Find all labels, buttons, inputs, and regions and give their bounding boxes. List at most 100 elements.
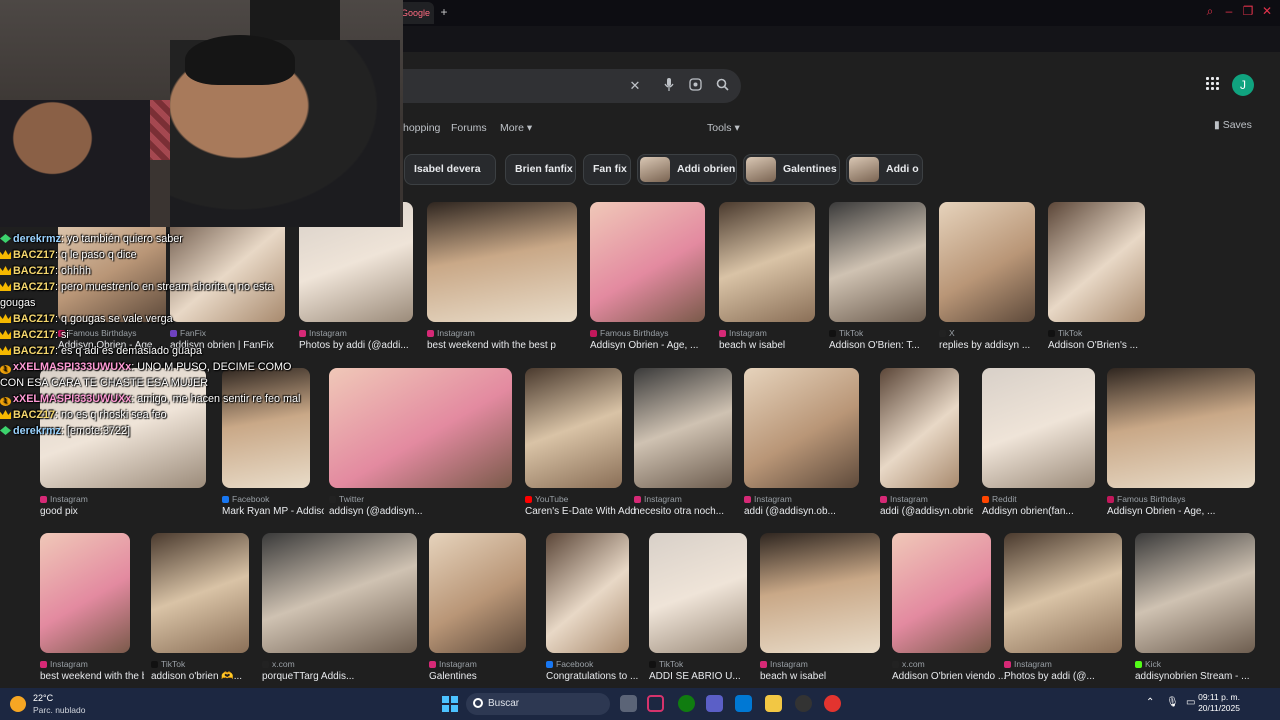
- result-thumbnail[interactable]: [329, 368, 512, 488]
- result-thumbnail[interactable]: [982, 368, 1095, 488]
- result-title[interactable]: addi (@addisyn.obrien...: [880, 506, 973, 517]
- tab-more[interactable]: More ▾: [500, 122, 532, 134]
- result-thumbnail[interactable]: [719, 202, 815, 322]
- taskbar-search[interactable]: Buscar: [466, 693, 610, 715]
- result-source[interactable]: Instagram: [634, 494, 682, 504]
- image-result-card[interactable]: Instagram addi (@addisyn.ob...: [744, 368, 859, 518]
- image-result-card[interactable]: Instagram necesito otra noch...: [634, 368, 732, 518]
- tray-chevron-icon[interactable]: ⌃: [1146, 697, 1154, 708]
- result-title[interactable]: addison o'brien 🫶...: [151, 671, 263, 682]
- result-thumbnail[interactable]: [151, 533, 249, 653]
- image-result-card[interactable]: Reddit Addisyn obrien(fan...: [982, 368, 1095, 518]
- result-source[interactable]: x.com: [892, 659, 925, 669]
- result-thumbnail[interactable]: [429, 533, 526, 653]
- result-source[interactable]: Famous Birthdays: [1107, 494, 1186, 504]
- result-title[interactable]: Addisyn Obrien - Age, ...: [1107, 506, 1269, 517]
- result-source[interactable]: X: [939, 328, 955, 338]
- search-tabs-icon[interactable]: ⌕: [1201, 4, 1219, 19]
- result-source[interactable]: YouTube: [525, 494, 568, 504]
- result-source[interactable]: Reddit: [982, 494, 1017, 504]
- result-thumbnail[interactable]: [1107, 368, 1255, 488]
- result-thumbnail[interactable]: [760, 533, 880, 653]
- result-thumbnail[interactable]: [525, 368, 622, 488]
- result-thumbnail[interactable]: [880, 368, 959, 488]
- account-avatar[interactable]: J: [1232, 74, 1254, 96]
- network-icon[interactable]: ▭: [1186, 697, 1195, 708]
- image-result-card[interactable]: Instagram Photos by addi (@...: [1004, 533, 1122, 683]
- result-title[interactable]: Galentines: [429, 671, 540, 682]
- result-title[interactable]: Addison O'brien viendo ...: [892, 671, 1005, 682]
- image-result-card[interactable]: Xreplies by addisyn ...: [939, 202, 1035, 352]
- image-result-card[interactable]: x.com porqueTTarg Addis...: [262, 533, 417, 683]
- image-result-card[interactable]: x.com Addison O'brien viendo ...: [892, 533, 1005, 683]
- result-title[interactable]: Addisyn obrien(fan...: [982, 506, 1109, 517]
- result-thumbnail[interactable]: [892, 533, 991, 653]
- clock[interactable]: 09:11 p. m. 20/11/2025: [1198, 692, 1240, 714]
- image-result-card[interactable]: Instagram beach w isabel: [719, 202, 815, 352]
- search-input[interactable]: ✕: [380, 69, 741, 103]
- mic-icon[interactable]: [661, 78, 677, 94]
- result-title[interactable]: addisyn (@addisyn...: [329, 506, 526, 517]
- result-title[interactable]: addi (@addisyn.ob...: [744, 506, 873, 517]
- task-view-icon[interactable]: [620, 695, 637, 712]
- result-thumbnail[interactable]: [427, 202, 577, 322]
- new-tab-icon[interactable]: +: [437, 5, 451, 19]
- xbox-icon[interactable]: [678, 695, 695, 712]
- image-result-card[interactable]: Famous Birthdays Addisyn Obrien - Age, ..…: [590, 202, 705, 352]
- result-source[interactable]: TikTok: [649, 659, 683, 669]
- result-title[interactable]: Mark Ryan MP - Addison O'Brien is...: [222, 506, 324, 517]
- result-title[interactable]: best weekend with the best pe...: [427, 340, 556, 351]
- saves-button[interactable]: ▮ Saves: [1214, 119, 1252, 131]
- result-title[interactable]: beach w isabel: [719, 340, 830, 351]
- chip-addi-o[interactable]: Addi o: [846, 154, 923, 185]
- result-thumbnail[interactable]: [1048, 202, 1145, 322]
- file-explorer-icon[interactable]: [765, 695, 782, 712]
- mic-tray-icon[interactable]: 🎙︎: [1166, 697, 1179, 708]
- image-result-card[interactable]: Facebook Congratulations to ...: [546, 533, 638, 683]
- result-thumbnail[interactable]: [744, 368, 859, 488]
- result-thumbnail[interactable]: [829, 202, 926, 322]
- chip-brien-fanfix[interactable]: Brien fanfix: [505, 154, 576, 185]
- image-result-card[interactable]: Kick addisynobrien Stream - ...: [1135, 533, 1255, 683]
- result-thumbnail[interactable]: [546, 533, 629, 653]
- result-source[interactable]: Instagram: [880, 494, 928, 504]
- image-result-card[interactable]: Instagram best weekend with the best pe..…: [427, 202, 577, 352]
- result-source[interactable]: Instagram: [719, 328, 767, 338]
- result-title[interactable]: porqueTTarg Addis...: [262, 671, 431, 682]
- result-source[interactable]: Instagram: [744, 494, 792, 504]
- result-thumbnail[interactable]: [634, 368, 732, 488]
- image-result-card[interactable]: YouTube Caren's E-Date With Addisyn O'Bri…: [525, 368, 636, 518]
- result-title[interactable]: Addison O'Brien's ...: [1048, 340, 1159, 351]
- apps-grid-icon[interactable]: [1206, 77, 1222, 93]
- close-icon[interactable]: ✕: [1258, 4, 1276, 18]
- search-icon[interactable]: [714, 78, 730, 94]
- result-source[interactable]: Twitter: [329, 494, 364, 504]
- tab-forums[interactable]: Forums: [451, 122, 487, 134]
- result-title[interactable]: Congratulations to ...: [546, 671, 643, 682]
- minimize-icon[interactable]: –: [1220, 4, 1238, 18]
- result-thumbnail[interactable]: [262, 533, 417, 653]
- result-title[interactable]: Caren's E-Date With Addisyn O'Brien ...: [525, 506, 636, 517]
- result-source[interactable]: Facebook: [222, 494, 269, 504]
- image-result-card[interactable]: Instagram beach w isabel: [760, 533, 880, 683]
- result-thumbnail[interactable]: [1135, 533, 1255, 653]
- result-source[interactable]: Instagram: [427, 328, 475, 338]
- result-source[interactable]: Instagram: [760, 659, 808, 669]
- result-title[interactable]: ADDI SE ABRIO U...: [649, 671, 761, 682]
- image-result-card[interactable]: TikTok ADDI SE ABRIO U...: [649, 533, 747, 683]
- image-result-card[interactable]: Instagram best weekend with the best pe..…: [40, 533, 144, 683]
- result-title[interactable]: Addisyn Obrien - Age, ...: [590, 340, 700, 351]
- image-result-card[interactable]: Famous Birthdays Addisyn Obrien - Age, ..…: [1107, 368, 1255, 518]
- result-thumbnail[interactable]: [590, 202, 705, 322]
- clear-icon[interactable]: ✕: [627, 78, 643, 94]
- chip-isabel-devera[interactable]: Isabel devera: [404, 154, 496, 185]
- result-title[interactable]: Photos by addi (@...: [1004, 671, 1136, 682]
- result-source[interactable]: TikTok: [829, 328, 863, 338]
- image-result-card[interactable]: Instagram Galentines: [429, 533, 526, 683]
- result-source[interactable]: Instagram: [40, 659, 88, 669]
- lens-icon[interactable]: [687, 78, 703, 94]
- tools-button[interactable]: Tools ▾: [707, 122, 740, 134]
- result-source[interactable]: Instagram: [40, 494, 88, 504]
- image-result-card[interactable]: TikTok addison o'brien 🫶...: [151, 533, 249, 683]
- image-result-card[interactable]: Instagram addi (@addisyn.obrien...: [880, 368, 973, 518]
